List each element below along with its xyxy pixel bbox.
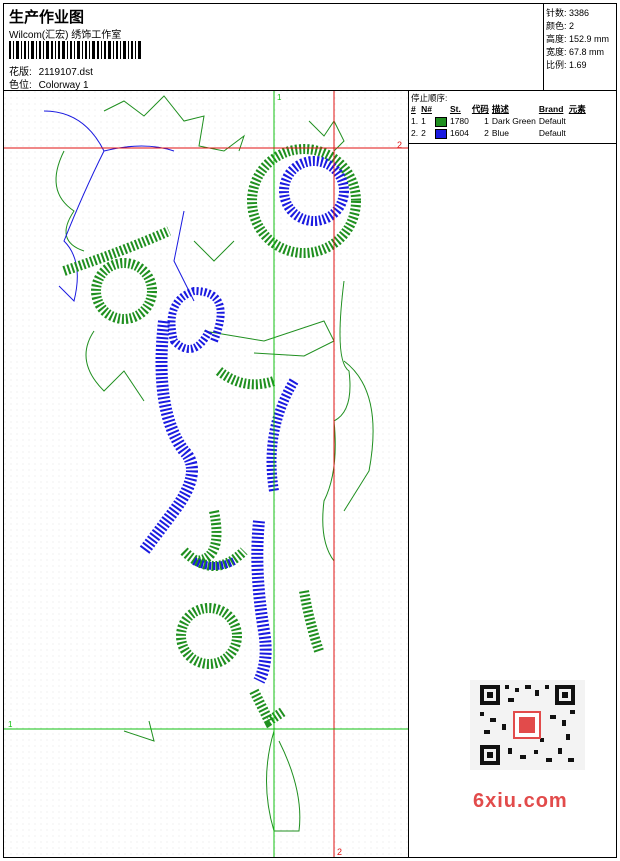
watermark: 6xiu.com [473, 790, 568, 812]
stat-scale: 比例: 1.69 [546, 60, 587, 70]
panel-divider [409, 143, 616, 144]
col-header: Brand [538, 104, 564, 114]
col-header: 元素 [568, 104, 586, 114]
guide-label-v-red: 2 [337, 847, 342, 857]
col-header: 描述 [491, 104, 509, 114]
col-header: St. [449, 104, 461, 114]
stop-sequence-table: # N# St. 代码 描述 Brand 元素 1. 1 1780 1 Dark… [411, 103, 589, 139]
guide-label-h-green: 1 [8, 720, 13, 729]
table-header-row: # N# St. 代码 描述 Brand 元素 [411, 103, 589, 115]
stat-width: 宽度: 67.8 mm [546, 47, 605, 57]
col-header: N# [421, 104, 432, 114]
col-header: 代码 [471, 104, 489, 114]
col-header-swatch [435, 103, 450, 115]
colorway-label: 色位: [9, 80, 32, 91]
qr-code-icon [470, 680, 585, 770]
guide-label-h-red: 2 [397, 140, 402, 150]
stat-stitches: 针数: 3386 [546, 8, 590, 18]
sheet-title: 生产作业图 [9, 9, 85, 26]
col-header: # [411, 104, 416, 114]
stat-height: 高度: 152.9 mm [546, 34, 610, 44]
colorway-name: Colorway 1 [38, 80, 89, 91]
guide-label-v-green: 1 [277, 93, 282, 102]
colorway-row: 色位: Colorway 1 [9, 76, 89, 91]
barcode [9, 41, 141, 59]
color-swatch-blue [434, 128, 447, 139]
color-swatch-green [434, 116, 447, 127]
table-row[interactable]: 2. 2 1604 2 Blue Default [411, 127, 589, 139]
table-row[interactable]: 1. 1 1780 1 Dark Green Default [411, 115, 589, 127]
stats-block: 针数: 3386 颜色: 2 高度: 152.9 mm 宽度: 67.8 mm … [544, 4, 616, 91]
embroidery-preview: 1 2 2 1 [4, 91, 408, 857]
design-canvas[interactable]: 1 2 2 1 [4, 91, 409, 857]
stat-colors: 颜色: 2 [546, 21, 575, 31]
company-name: Wilcom(汇宏) 绣饰工作室 [9, 30, 122, 41]
header-block: 生产作业图 Wilcom(汇宏) 绣饰工作室 花版: 2119107.dst 色… [4, 4, 544, 91]
